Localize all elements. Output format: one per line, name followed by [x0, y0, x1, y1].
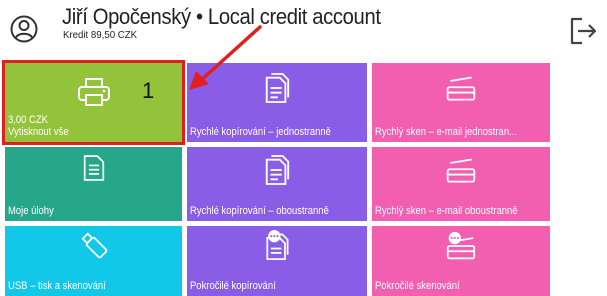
user-avatar-icon	[10, 15, 38, 43]
credit-balance: Kredit 89,50 CZK	[63, 29, 138, 41]
tile-quick-copy-duplex[interactable]: Rychlé kopírování – oboustranně	[187, 147, 367, 221]
tile-quick-scan-email-simplex[interactable]: Rychlý sken – e-mail jednostran...	[372, 63, 550, 142]
tile-my-jobs-label: Moje úlohy	[8, 205, 54, 217]
job-count: 1	[142, 78, 155, 103]
tile-advanced-copy[interactable]: Pokročilé kopírování	[187, 226, 367, 296]
tile-usb-print-scan-label: USB – tisk a skenování	[8, 280, 106, 292]
tile-quick-copy-simplex-label: Rychlé kopírování – jednostranně	[190, 126, 331, 138]
tile-quick-copy-simplex[interactable]: Rychlé kopírování – jednostranně	[187, 63, 367, 142]
tile-quick-scan-email-duplex-label: Rychlý sken – e-mail oboustranně	[375, 205, 518, 217]
copy-document-icon	[265, 155, 290, 185]
tile-quick-copy-duplex-label: Rychlé kopírování – oboustranně	[190, 205, 329, 217]
tile-print-all[interactable]: 1 3,00 CZK Vytisknout vše	[5, 63, 182, 142]
tile-usb-print-scan[interactable]: USB – tisk a skenování	[5, 226, 182, 296]
tile-print-all-price: 3,00 CZK	[8, 114, 48, 126]
header: Jiří Opočenský • Local credit account Kr…	[0, 0, 607, 56]
document-icon	[83, 155, 104, 181]
advanced-scan-icon	[446, 231, 476, 260]
tile-quick-scan-email-simplex-label: Rychlý sken – e-mail jednostran...	[375, 126, 517, 138]
scanner-icon	[446, 76, 476, 101]
tile-advanced-scan-label: Pokročilé skenování	[375, 280, 460, 292]
tile-quick-scan-email-duplex[interactable]: Rychlý sken – e-mail oboustranně	[372, 147, 550, 221]
printer-icon	[77, 78, 110, 106]
scanner-icon	[446, 158, 476, 183]
tile-advanced-copy-label: Pokročilé kopírování	[190, 280, 276, 292]
tile-my-jobs[interactable]: Moje úlohy	[5, 147, 182, 221]
user-name: Jiří Opočenský • Local credit account	[62, 4, 381, 29]
tile-advanced-scan[interactable]: Pokročilé skenování	[372, 226, 550, 296]
usb-drive-icon	[81, 232, 107, 259]
advanced-copy-icon	[266, 230, 289, 260]
logout-icon[interactable]	[568, 16, 600, 46]
copy-document-icon	[265, 73, 290, 103]
tile-print-all-label: Vytisknout vše	[8, 126, 69, 138]
